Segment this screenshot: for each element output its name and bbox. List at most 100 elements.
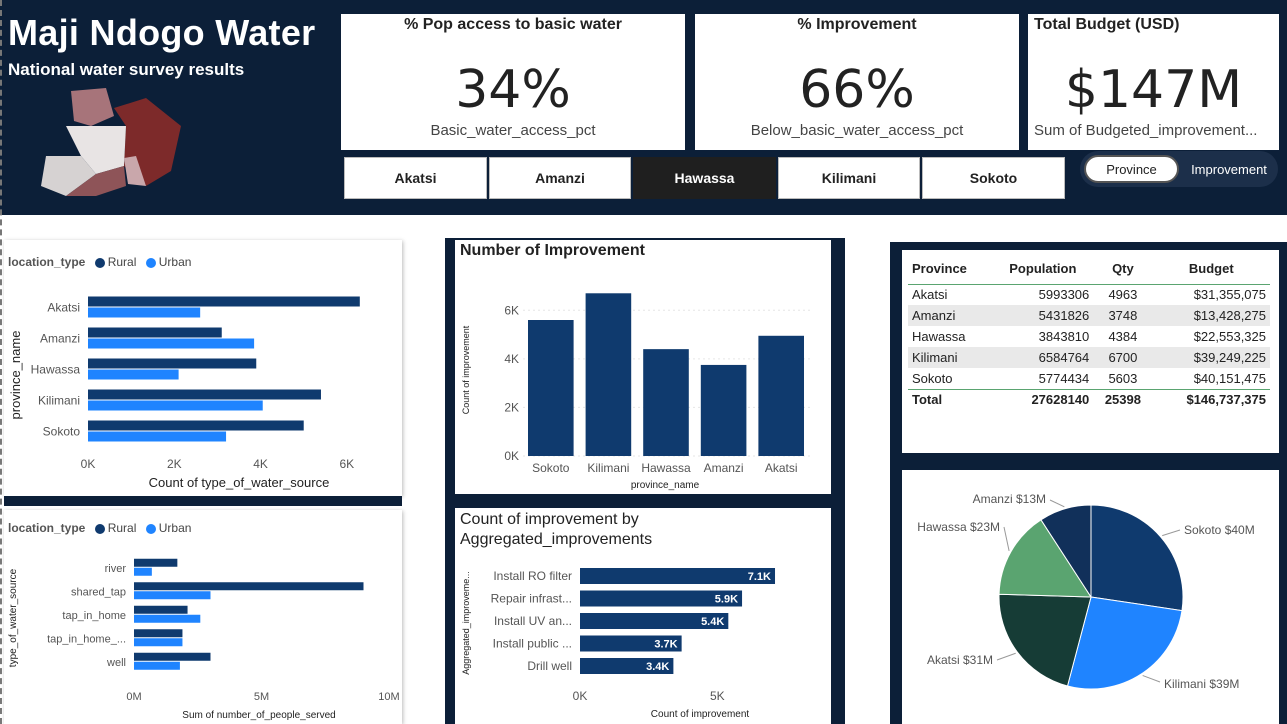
bar-urban: [134, 591, 211, 600]
x-tick-label: 5K: [710, 689, 725, 703]
pie-label: Akatsi $31M: [927, 653, 993, 667]
toggle-improvement[interactable]: Improvement: [1184, 155, 1274, 183]
y-axis-label: type_of_water_source: [8, 568, 19, 667]
toggle-province[interactable]: Province: [1084, 155, 1179, 183]
bar-urban: [134, 614, 201, 623]
table-cell: $39,249,225: [1193, 350, 1266, 365]
table-cell: 6700: [1108, 350, 1138, 365]
province-source-chart: Akatsi Amanzi Hawassa Kilimani Sokoto 0K 2K 4K 6…: [8, 296, 360, 490]
kpi-subtitle: Sum of Budgeted_improvement...: [1034, 122, 1258, 139]
table-header: Qty: [1112, 261, 1134, 277]
x-tick-label: Amanzi: [704, 461, 744, 475]
bar-rural: [88, 420, 304, 431]
y-tick-label: Hawassa: [31, 363, 81, 377]
y-axis-label: province_name: [8, 331, 23, 420]
table-cell: 5431826: [1038, 308, 1090, 323]
pie-leader-line: [1142, 675, 1161, 683]
kpi-value: 34%: [455, 60, 571, 120]
slicer-hawassa[interactable]: Hawassa: [633, 157, 776, 199]
table-cell: Amanzi: [912, 308, 956, 323]
slicer-amanzi[interactable]: Amanzi: [489, 157, 631, 199]
kpi-subtitle: Below_basic_water_access_pct: [750, 122, 964, 139]
table-row[interactable]: Amanzi 5431826 3748 $13,428,275: [908, 305, 1270, 326]
panel-divider: [4, 496, 402, 506]
y-tick-label: Install RO filter: [493, 569, 572, 583]
bar-urban: [134, 661, 180, 670]
y-tick-label: 2K: [504, 400, 519, 414]
table-total-cell: $146,737,375: [1186, 392, 1266, 408]
source-people-panel: location_type Rural Urban river shared_ta…: [4, 510, 402, 724]
table-header: Population: [1009, 261, 1077, 277]
bar-rural: [134, 582, 364, 591]
x-tick-label: 0K: [573, 689, 588, 703]
y-tick-label: tap_in_home: [62, 610, 126, 622]
y-tick-label: Kilimani: [38, 394, 80, 408]
bar-urban: [88, 307, 201, 318]
x-axis-label: province_name: [631, 480, 700, 491]
slicer-sokoto[interactable]: Sokoto: [922, 157, 1065, 199]
table-cell: 4384: [1108, 329, 1138, 344]
x-axis-label: Sum of number_of_people_served: [182, 710, 335, 721]
bar: [585, 293, 632, 456]
data-label: 3.4K: [646, 661, 669, 673]
y-tick-label: 0K: [504, 449, 519, 463]
table-row[interactable]: Kilimani 6584764 6700 $39,249,225: [908, 347, 1270, 368]
y-tick-label: Install public ...: [493, 637, 572, 651]
bar-rural: [134, 652, 211, 661]
table-row[interactable]: Hawassa 3843810 4384 $22,553,325: [908, 326, 1270, 347]
slicer-kilimani[interactable]: Kilimani: [778, 157, 920, 199]
table-cell: 3748: [1108, 308, 1138, 323]
budget-pie-panel: Sokoto $40M Kilimani $39M Akatsi $31M Hawas…: [902, 470, 1279, 724]
y-axis-label: Aggregated_improveme...: [461, 571, 471, 675]
kpi-card-basic-access: % Pop access to basic water 34% Basic_wa…: [341, 14, 685, 150]
x-tick-label: Kilimani: [587, 461, 629, 475]
view-toggle[interactable]: Province Improvement: [1080, 151, 1278, 187]
pie-leader-line: [1049, 499, 1065, 508]
pie-leader-line: [1003, 526, 1010, 551]
y-axis-label: Count of improvement: [461, 325, 471, 414]
province-source-panel: location_type Rural Urban Akatsi Amanzi Ha…: [4, 240, 402, 496]
bar: [758, 335, 804, 456]
pie-slice: [1090, 504, 1184, 612]
bar-rural: [88, 358, 257, 369]
data-label: 3.7K: [654, 639, 677, 651]
y-tick-label: river: [105, 563, 127, 575]
bar-rural: [134, 629, 183, 638]
x-tick-label: 0K: [81, 457, 96, 471]
bar: [700, 364, 747, 456]
kpi-title: Total Budget (USD): [1034, 16, 1180, 33]
x-tick-label: 10M: [378, 691, 399, 703]
data-label: 7.1K: [748, 571, 771, 583]
table-cell: 5603: [1108, 370, 1138, 386]
y-tick-label: tap_in_home_...: [47, 633, 126, 645]
kpi-title: % Improvement: [797, 16, 917, 33]
table-cell: 6584764: [1038, 350, 1090, 365]
bar-urban: [88, 369, 179, 380]
province-table: Province Population Qty Budget Akatsi 599…: [908, 254, 1270, 410]
improvement-count-chart: 0K 2K 4K 6K Sokoto Kilimani Hawassa Amanzi Akats…: [461, 293, 811, 491]
table-header: Budget: [1188, 261, 1234, 277]
pie-label: Kilimani $39M: [1164, 677, 1239, 691]
x-axis-label: Count of improvement: [651, 709, 750, 720]
kpi-value: $147M: [1064, 60, 1243, 120]
y-tick-label: Install UV an...: [494, 614, 572, 628]
x-tick-label: 5M: [254, 691, 269, 703]
y-tick-label: Amanzi: [40, 332, 80, 346]
table-cell: Kilimani: [912, 350, 958, 365]
bar-urban: [88, 431, 227, 442]
x-tick-label: 4K: [253, 457, 268, 471]
province-map-icon: [41, 88, 181, 196]
table-row[interactable]: Sokoto 5774434 5603 $40,151,475: [908, 368, 1270, 389]
kpi-subtitle: Basic_water_access_pct: [430, 122, 596, 139]
table-cell: 3843810: [1038, 329, 1090, 344]
x-tick-label: 0M: [126, 691, 141, 703]
table-row[interactable]: Akatsi 5993306 4963 $31,355,075: [908, 284, 1270, 305]
pie-label: Hawassa $23M: [917, 520, 1000, 534]
kpi-value: 66%: [799, 60, 915, 120]
bar: [643, 349, 689, 456]
slicer-akatsi[interactable]: Akatsi: [344, 157, 487, 199]
table-cell: $13,428,275: [1193, 308, 1266, 323]
data-label: 5.4K: [701, 616, 724, 628]
dashboard-title: Maji Ndogo Water: [8, 12, 316, 53]
kpi-title: % Pop access to basic water: [404, 16, 622, 33]
